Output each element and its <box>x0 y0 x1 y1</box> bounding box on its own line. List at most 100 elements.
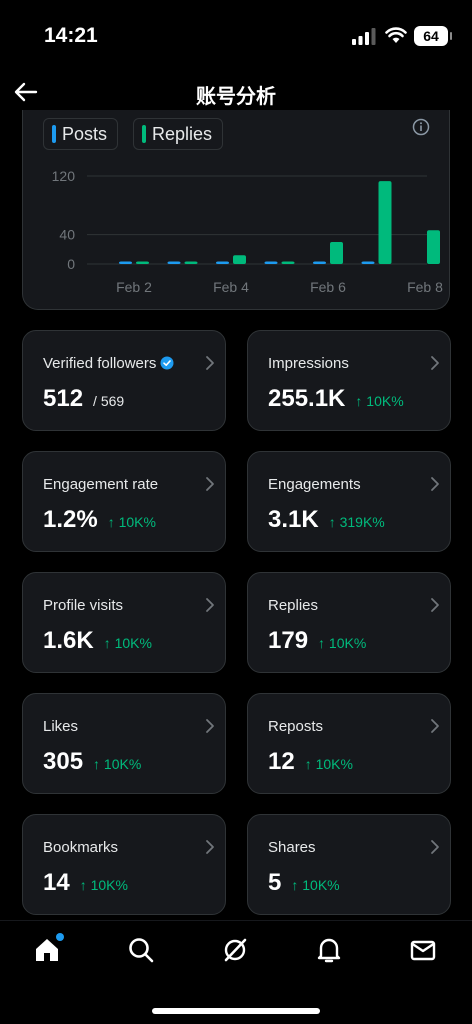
stat-card[interactable]: Engagements 3.1K ↑ 319K% <box>247 451 451 552</box>
x-tick-label: Feb 2 <box>116 279 152 295</box>
stat-value-row: 1.2% ↑ 10K% <box>43 506 156 534</box>
info-icon[interactable] <box>412 118 430 136</box>
notifications-icon <box>317 938 341 963</box>
wifi-icon <box>385 27 407 43</box>
stat-card[interactable]: Verified followers 512 / 569 <box>22 330 226 431</box>
stat-label-text: Profile visits <box>43 597 124 614</box>
stat-value-row: 179 ↑ 10K% <box>268 627 366 655</box>
y-tick-label: 40 <box>59 227 75 243</box>
stat-value-row: 3.1K ↑ 319K% <box>268 506 385 534</box>
search-icon <box>129 938 154 963</box>
stat-value: 179 <box>268 627 309 654</box>
stat-delta: ↑ 10K% <box>79 877 128 893</box>
stat-value: 3.1K <box>268 506 319 533</box>
stat-value: 255.1K <box>268 385 346 412</box>
stat-label: Engagements <box>268 476 361 493</box>
battery-indicator: 64 <box>414 26 452 46</box>
bar-replies <box>330 242 343 264</box>
stat-value: 305 <box>43 748 84 775</box>
chevron-right-icon <box>431 840 439 854</box>
bar-replies <box>378 181 392 264</box>
cellular-signal-icon <box>352 28 376 45</box>
nav-home[interactable] <box>32 933 64 965</box>
stat-card[interactable]: Engagement rate 1.2% ↑ 10K% <box>22 451 226 552</box>
stat-label-text: Reposts <box>268 718 324 735</box>
x-tick-label: Feb 8 <box>407 279 443 295</box>
chart-card: Posts Replies 120 40 0 Feb 2 Feb 4 Feb 6 Feb 8 <box>22 110 450 310</box>
bar-replies <box>427 230 440 264</box>
home-indicator <box>152 1008 320 1014</box>
nav-messages[interactable] <box>408 935 438 965</box>
stat-delta: ↑ 10K% <box>103 635 152 651</box>
stat-value-row: 5 ↑ 10K% <box>268 869 340 897</box>
stat-delta: ↑ 10K% <box>304 756 353 772</box>
y-tick-label: 120 <box>52 168 76 184</box>
stat-card[interactable]: Shares 5 ↑ 10K% <box>247 814 451 915</box>
stat-value: 12 <box>268 748 295 775</box>
x-tick-label: Feb 6 <box>310 279 346 295</box>
stat-label-text: Likes <box>43 718 79 735</box>
stat-label-text: Impressions <box>268 355 349 372</box>
stat-total: / 569 <box>93 393 125 409</box>
nav-search[interactable] <box>126 935 156 965</box>
stat-value: 1.6K <box>43 627 94 654</box>
bar-posts <box>264 261 278 264</box>
x-tick-label: Feb 4 <box>213 279 249 295</box>
messages-icon <box>410 940 436 961</box>
stat-card[interactable]: Profile visits 1.6K ↑ 10K% <box>22 572 226 673</box>
chevron-right-icon <box>431 477 439 491</box>
stat-card[interactable]: Replies 179 ↑ 10K% <box>247 572 451 673</box>
y-tick-label: 0 <box>67 256 75 272</box>
chevron-right-icon <box>431 356 439 370</box>
stat-value: 14 <box>43 869 70 896</box>
stat-value-row: 1.6K ↑ 10K% <box>43 627 152 655</box>
bar-posts <box>167 261 181 264</box>
chevron-right-icon <box>431 598 439 612</box>
stat-delta: ↑ 319K% <box>328 514 385 530</box>
stat-label-text: Verified followers <box>43 355 157 372</box>
stat-card[interactable]: Impressions 255.1K ↑ 10K% <box>247 330 451 431</box>
stat-label-text: Bookmarks <box>43 839 119 856</box>
bar-replies <box>233 255 246 264</box>
stat-label: Profile visits <box>43 597 123 614</box>
bar-posts <box>313 261 326 264</box>
bar-replies <box>281 261 295 264</box>
stat-label: Reposts <box>268 718 323 735</box>
legend-swatch-posts <box>52 125 56 143</box>
bar-chart: 120 40 0 Feb 2 Feb 4 Feb 6 Feb 8 <box>52 168 443 295</box>
verified-badge-icon <box>160 356 174 370</box>
stat-card[interactable]: Likes 305 ↑ 10K% <box>22 693 226 794</box>
bar-replies <box>184 261 198 264</box>
stat-label-text: Engagement rate <box>43 476 159 493</box>
legend-posts[interactable]: Posts <box>43 118 119 150</box>
header: 账号分析 <box>0 72 472 112</box>
legend-replies[interactable]: Replies <box>133 118 224 150</box>
stat-label: Replies <box>268 597 318 614</box>
stat-card[interactable]: Reposts 12 ↑ 10K% <box>247 693 451 794</box>
legend-label-posts: Posts <box>62 123 108 144</box>
stat-delta: ↑ 10K% <box>318 635 367 651</box>
nav-grok[interactable] <box>220 935 250 965</box>
nav-notifications[interactable] <box>314 935 344 965</box>
stat-label-text: Engagements <box>268 476 361 493</box>
chevron-right-icon <box>206 719 214 733</box>
stat-label: Likes <box>43 718 78 735</box>
notification-dot <box>56 933 64 941</box>
stat-delta: ↑ 10K% <box>107 514 156 530</box>
chevron-right-icon <box>206 598 214 612</box>
stat-label: Bookmarks <box>43 839 118 856</box>
stat-label: Impressions <box>268 355 349 372</box>
stat-label-text: Shares <box>268 839 316 856</box>
stat-value: 512 <box>43 385 84 412</box>
stat-value-row: 12 ↑ 10K% <box>268 748 353 776</box>
stat-value: 1.2% <box>43 506 98 533</box>
grok-icon <box>224 938 247 962</box>
bar-posts <box>119 261 132 264</box>
bar-posts <box>216 261 229 264</box>
stat-value-row: 305 ↑ 10K% <box>43 748 141 776</box>
legend-label-replies: Replies <box>152 123 213 144</box>
stat-value: 5 <box>268 869 282 896</box>
stat-label: Shares <box>268 839 316 856</box>
stat-card[interactable]: Bookmarks 14 ↑ 10K% <box>22 814 226 915</box>
status-bar: 14:21 64 <box>0 0 472 72</box>
